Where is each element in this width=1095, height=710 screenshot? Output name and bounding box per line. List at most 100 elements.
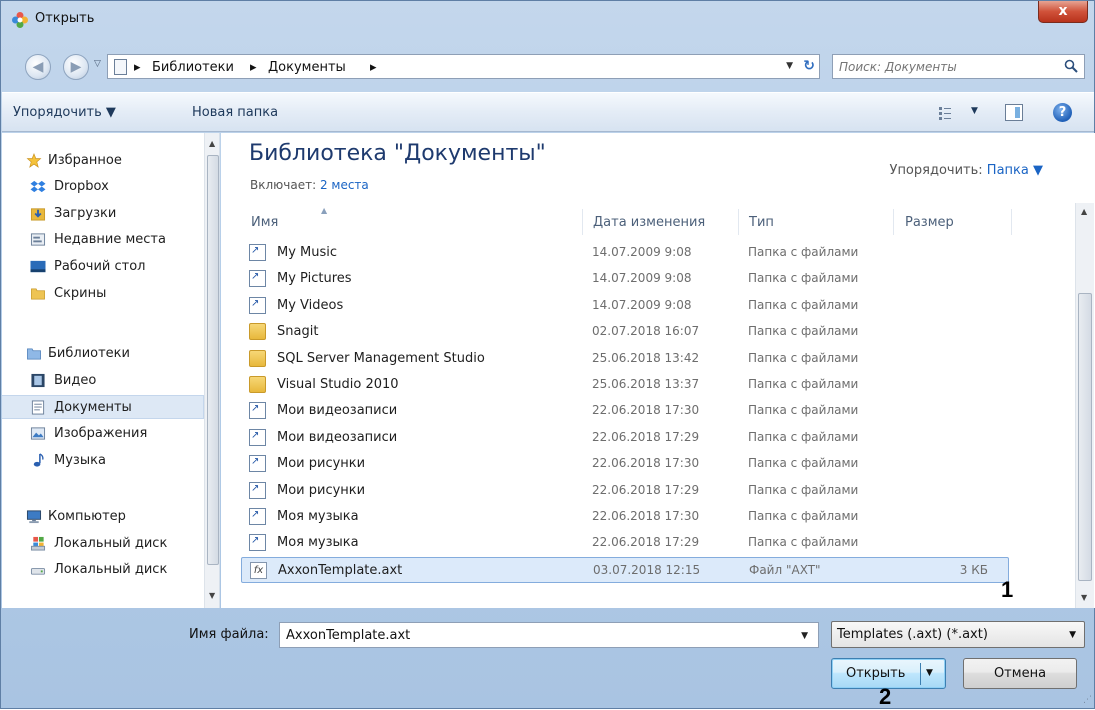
file-row[interactable]: Snagit 02.07.2018 16:07 Папка с файлами [241,319,1009,345]
breadcrumb-separator-icon: ▸ [134,60,141,75]
close-button[interactable]: x [1038,1,1088,23]
scroll-down-icon[interactable]: ▼ [1081,593,1087,602]
help-icon[interactable]: ? [1053,103,1072,122]
breadcrumb-separator-icon[interactable]: ▸ [370,60,377,75]
nav-item-computer[interactable]: Компьютер [2,505,204,529]
column-divider[interactable] [582,209,583,235]
shortcut-folder-icon [249,428,266,446]
file-size: 3 КБ [959,562,988,577]
arrange-by-dropdown[interactable]: Папка ▼ [987,163,1043,178]
file-row[interactable]: SQL Server Management Studio 25.06.2018 1… [241,346,1009,372]
new-folder-button[interactable]: Новая папка [192,105,278,120]
file-row[interactable]: Моя музыка 22.06.2018 17:29 Папка с файлам… [241,530,1009,556]
nav-item-favorites[interactable]: Избранное [2,149,204,173]
filename-input[interactable] [284,626,784,644]
nav-item-downloads[interactable]: Загрузки [2,202,204,226]
file-date: 22.06.2018 17:30 [592,509,700,523]
column-header-size[interactable]: Размер [905,215,954,230]
file-row-selected[interactable]: fx AxxonTemplate.axt 03.07.2018 12:15 Файл … [241,556,1009,583]
search-icon[interactable] [1064,59,1078,73]
file-list-scrollbar-thumb[interactable] [1078,293,1092,581]
nav-item-video[interactable]: Видео [2,369,204,393]
folder-icon [249,323,266,341]
search-input[interactable] [837,57,1052,76]
nav-item-local-disk-d[interactable]: Локальный диск [2,558,204,582]
file-row[interactable]: Visual Studio 2010 25.06.2018 13:37 Папка … [241,372,1009,398]
file-type: Папка с файлами [748,509,859,523]
chevron-down-icon: ▼ [1069,630,1076,640]
file-row[interactable]: Мои рисунки 22.06.2018 17:29 Папка с файла… [241,478,1009,504]
refresh-icon[interactable]: ↻ [803,58,815,74]
file-row[interactable]: Мои видеозаписи 22.06.2018 17:30 Папка с ф… [241,398,1009,424]
nav-scrollbar[interactable]: ▲ ▼ [204,133,219,608]
file-date: 14.07.2009 9:08 [592,245,692,259]
file-type: Папка с файлами [748,271,859,286]
breadcrumb-libraries[interactable]: Библиотеки [152,60,234,75]
view-dropdown-icon[interactable]: ▼ [971,106,978,116]
nav-item-recent-places[interactable]: Недавние места [2,228,204,252]
nav-item-images[interactable]: Изображения [2,422,204,446]
file-type: Папка с файлами [748,245,859,259]
change-view-icon[interactable] [937,105,967,121]
column-divider[interactable] [1011,209,1012,235]
column-header-name[interactable]: Имя [251,215,278,230]
file-name: Мои видеозаписи [277,429,398,445]
resize-grip-icon[interactable]: ⋰ [1083,695,1092,705]
file-row[interactable]: Мои рисунки 22.06.2018 17:30 Папка с файла… [241,451,1009,477]
file-type: Папка с файлами [748,350,859,365]
cancel-button[interactable]: Отмена [963,658,1077,689]
shortcut-folder-icon [249,508,266,525]
address-dropdown-icon[interactable]: ▼ [786,61,793,71]
window-title: Открыть [35,11,95,26]
scroll-up-icon[interactable]: ▲ [1081,207,1087,216]
nav-item-local-disk-c[interactable]: Локальный диск [2,532,204,556]
file-list-scrollbar[interactable]: ▲ ▼ [1075,203,1094,608]
computer-icon [26,510,42,524]
documents-icon [31,400,45,415]
folder-icon [31,288,45,300]
nav-item-libraries[interactable]: Библиотеки [2,342,204,366]
history-dropdown-icon[interactable]: ▽ [94,59,101,69]
nav-item-music[interactable]: Музыка [2,449,204,473]
file-name: My Videos [277,297,344,313]
filename-combobox[interactable]: ▼ [279,622,819,648]
app-flower-icon [12,12,28,28]
scroll-up-icon[interactable]: ▲ [209,139,215,148]
windows-drive-icon [30,536,46,551]
column-header-type[interactable]: Тип [749,215,774,230]
address-bar[interactable]: ▸ Библиотеки ▸ Документы ▸ ▼ ↻ [107,54,820,79]
navigation-pane: Избранное Dropbox Загрузки Недавние мест… [2,133,220,608]
title-bar: Открыть x [1,1,1094,37]
libraries-icon [27,348,41,360]
open-options-dropdown-icon[interactable]: ▼ [926,668,933,678]
file-type-filter[interactable]: Templates (.axt) (*.axt) ▼ [831,621,1085,648]
file-row[interactable]: Моя музыка 22.06.2018 17:30 Папка с файлам… [241,504,1009,530]
column-header-date[interactable]: Дата изменения [593,215,705,230]
nav-item-screenshots[interactable]: Скрины [2,282,204,306]
file-name: Моя музыка [277,535,359,551]
forward-button[interactable]: ▶ [63,54,89,80]
library-locations-link[interactable]: 2 места [320,178,369,192]
nav-scrollbar-thumb[interactable] [207,155,219,565]
file-type: Папка с файлами [748,456,859,471]
nav-item-desktop[interactable]: Рабочий стол [2,255,204,279]
organize-menu-button[interactable]: Упорядочить ▼ [13,105,116,120]
preview-pane-icon[interactable] [1005,104,1023,121]
nav-item-dropbox[interactable]: Dropbox [2,175,204,199]
shortcut-folder-icon [249,481,266,499]
breadcrumb-documents[interactable]: Документы [268,60,346,75]
column-divider[interactable] [738,209,739,235]
folder-icon [249,349,266,367]
back-button[interactable]: ◀ [25,54,51,80]
file-date: 22.06.2018 17:30 [592,456,700,471]
file-row[interactable]: My Videos 14.07.2009 9:08 Папка с файлами [241,293,1009,319]
search-box[interactable] [832,54,1085,79]
file-row[interactable]: Мои видеозаписи 22.06.2018 17:29 Папка с ф… [241,425,1009,451]
chevron-down-icon[interactable]: ▼ [801,631,808,641]
file-row[interactable]: My Pictures 14.07.2009 9:08 Папка с файлам… [241,266,1009,292]
scroll-down-icon[interactable]: ▼ [209,591,215,600]
axt-file-icon: fx [250,561,267,579]
nav-item-documents[interactable]: Документы [2,395,204,419]
file-row[interactable]: My Music 14.07.2009 9:08 Папка с файлами [241,240,1009,266]
column-divider[interactable] [893,209,894,235]
